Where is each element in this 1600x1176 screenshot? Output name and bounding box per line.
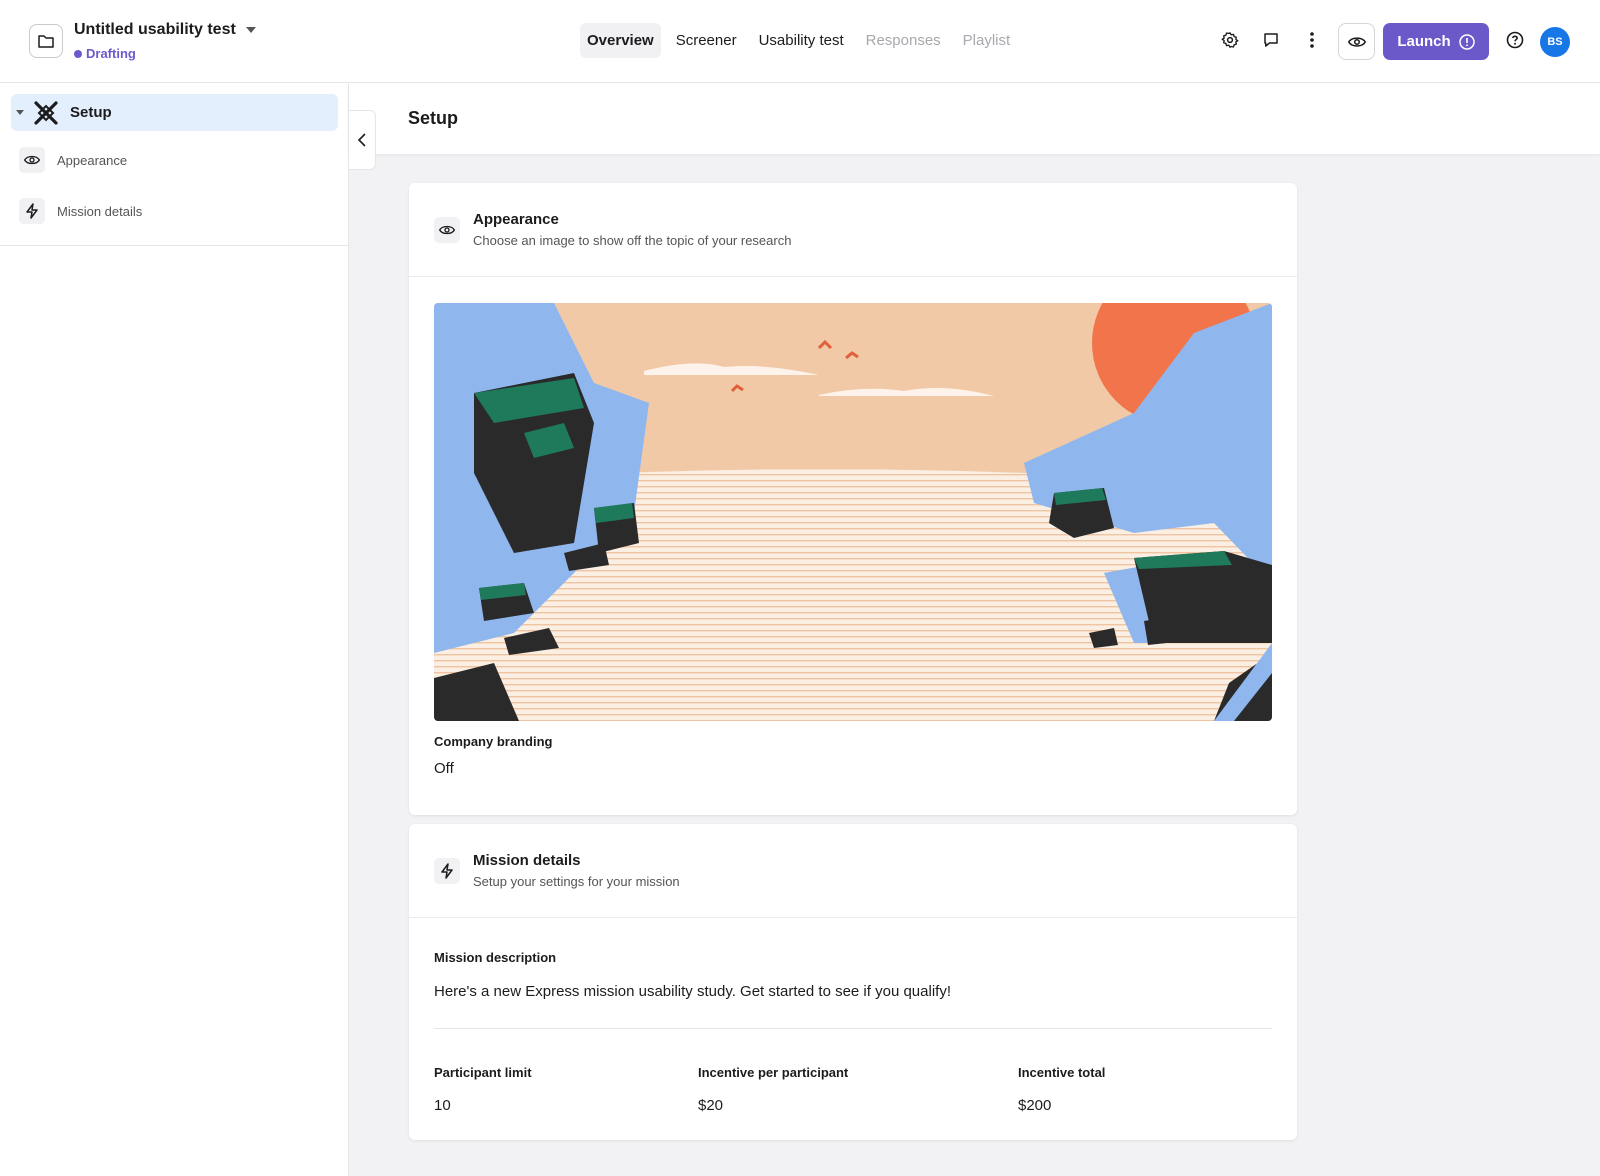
sidebar-item-mission-details[interactable]: Mission details (19, 198, 142, 224)
caret-down-icon[interactable] (16, 110, 24, 115)
main-content: Setup Appearance Choose an image to show… (349, 84, 1600, 1176)
appearance-card-header: Appearance Choose an image to show off t… (409, 183, 1297, 277)
sidebar-nav: Setup Appearance Mission details (0, 84, 348, 246)
launch-label: Launch (1397, 33, 1451, 50)
status-badge: Drafting (74, 46, 136, 61)
eye-icon (19, 147, 45, 173)
tab-overview[interactable]: Overview (580, 23, 661, 58)
lightning-icon (434, 858, 460, 884)
card-title: Mission details (473, 852, 581, 869)
status-text: Drafting (86, 46, 136, 61)
page-header: Setup (349, 84, 1600, 154)
sidebar-item-setup[interactable]: Setup (11, 94, 338, 131)
participant-limit-value: 10 (434, 1097, 451, 1114)
lightning-icon (19, 198, 45, 224)
incentive-total-value: $200 (1018, 1097, 1052, 1114)
status-dot (74, 49, 82, 58)
mission-card-header: Mission details Setup your settings for … (409, 824, 1297, 918)
participant-limit-label: Participant limit (434, 1065, 532, 1080)
tab-usability-test[interactable]: Usability test (752, 23, 851, 58)
card-subtitle: Setup your settings for your mission (473, 874, 680, 889)
folder-icon[interactable] (29, 24, 63, 58)
more-vertical-icon[interactable] (1297, 25, 1327, 55)
page-title: Setup (408, 108, 459, 128)
setup-logo-icon (32, 99, 60, 127)
incentive-per-participant-value: $20 (698, 1097, 724, 1114)
info-icon (1458, 33, 1475, 50)
company-branding-value: Off (434, 760, 454, 777)
launch-button[interactable]: Launch (1383, 23, 1489, 60)
incentive-total-label: Incentive total (1018, 1065, 1106, 1080)
avatar[interactable]: BS (1540, 27, 1570, 57)
divider (434, 1028, 1272, 1029)
eye-icon (1347, 36, 1366, 47)
tab-screener[interactable]: Screener (669, 23, 744, 58)
appearance-card: Appearance Choose an image to show off t… (409, 183, 1297, 815)
cover-image[interactable] (434, 303, 1272, 721)
tab-responses[interactable]: Responses (859, 23, 948, 58)
chevron-left-icon (358, 133, 366, 147)
gear-icon[interactable] (1215, 25, 1245, 55)
mission-description-label: Mission description (434, 950, 557, 965)
sidebar-item-appearance[interactable]: Appearance (19, 147, 127, 173)
nav-tabs: Overview Screener Usability test Respons… (580, 22, 1025, 59)
preview-button[interactable] (1338, 23, 1375, 60)
tab-playlist[interactable]: Playlist (956, 23, 1018, 58)
mission-description-value: Here's a new Express mission usability s… (434, 983, 951, 1000)
collapse-sidebar-button[interactable] (349, 110, 376, 170)
eye-icon (434, 217, 460, 243)
sidebar: Setup Appearance Mission details (0, 84, 349, 1176)
mission-details-card: Mission details Setup your settings for … (409, 824, 1297, 1140)
card-title: Appearance (473, 211, 559, 228)
help-icon[interactable] (1500, 25, 1530, 55)
sidebar-item-label: Setup (70, 104, 112, 121)
incentive-per-participant-label: Incentive per participant (698, 1065, 849, 1080)
top-bar: Untitled usability test Drafting Overvie… (0, 0, 1600, 83)
project-title[interactable]: Untitled usability test (74, 21, 256, 39)
company-branding-label: Company branding (434, 734, 553, 749)
project-title-text: Untitled usability test (74, 21, 236, 38)
sidebar-item-label: Mission details (57, 203, 143, 219)
card-subtitle: Choose an image to show off the topic of… (473, 233, 792, 248)
sidebar-item-label: Appearance (57, 152, 128, 168)
chevron-down-icon (245, 27, 256, 33)
comment-icon[interactable] (1256, 25, 1286, 55)
